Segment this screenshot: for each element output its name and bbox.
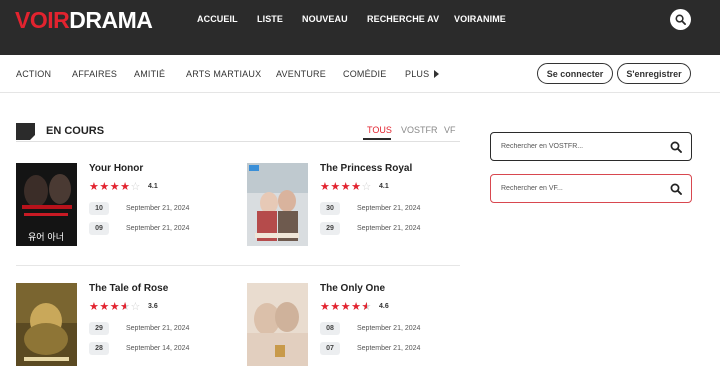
- star-rating: ★★★★☆: [89, 181, 141, 193]
- active-tab-indicator: [363, 138, 391, 140]
- episode-badge[interactable]: 09: [89, 222, 109, 235]
- episode-badge[interactable]: 08: [320, 322, 340, 335]
- vostfr-search-box: [490, 132, 692, 161]
- section-title: EN COURS: [46, 125, 105, 137]
- row-divider: [16, 265, 460, 266]
- register-button[interactable]: S'enregistrer: [617, 63, 691, 84]
- episode-date: September 21, 2024: [126, 225, 190, 232]
- episode-badge[interactable]: 29: [320, 222, 340, 235]
- logo-part-drama: DRAMA: [69, 7, 153, 33]
- drama-card-the-princess-royal[interactable]: The Princess Royal ★★★★☆ 4.1 30 Septembe…: [247, 163, 467, 248]
- tab-tous[interactable]: TOUS: [367, 125, 392, 135]
- nav-nouveau[interactable]: NOUVEAU: [302, 14, 348, 24]
- poster-title-text: 유어 아너: [28, 232, 64, 243]
- vostfr-search-button[interactable]: [670, 140, 682, 158]
- rating-value: 4.1: [148, 183, 158, 190]
- top-header: VOIRDRAMA ACCUEIL LISTE NOUVEAU RECHERCH…: [0, 0, 720, 55]
- poster-image: [247, 163, 308, 246]
- episode-date: September 21, 2024: [357, 345, 421, 352]
- poster-the-only-one[interactable]: [247, 283, 308, 366]
- episode-badge[interactable]: 28: [89, 342, 109, 355]
- drama-card-the-tale-of-rose[interactable]: The Tale of Rose ★★★★ ★ ☆ 3.6 29 September…: [16, 283, 236, 368]
- site-logo[interactable]: VOIRDRAMA: [15, 6, 153, 34]
- nav-recherche-av[interactable]: RECHERCHE AV: [367, 14, 439, 24]
- vostfr-search-input[interactable]: [501, 140, 661, 153]
- login-button[interactable]: Se connecter: [537, 63, 613, 84]
- poster-your-honor[interactable]: 유어 아너: [16, 163, 77, 246]
- section-marker-icon: [16, 123, 36, 141]
- episode-date: September 21, 2024: [126, 325, 190, 332]
- genre-more-button[interactable]: PLUS: [405, 69, 440, 79]
- rating-value: 4.1: [379, 183, 389, 190]
- drama-title[interactable]: The Only One: [320, 283, 385, 294]
- genre-arts-martiaux[interactable]: ARTS MARTIAUX: [186, 69, 261, 79]
- episode-badge[interactable]: 30: [320, 202, 340, 215]
- search-icon: [670, 141, 682, 153]
- episode-badge[interactable]: 10: [89, 202, 109, 215]
- episode-date: September 21, 2024: [126, 205, 190, 212]
- episode-date: September 14, 2024: [126, 345, 190, 352]
- poster-image: [247, 283, 308, 366]
- genre-affaires[interactable]: AFFAIRES: [72, 69, 117, 79]
- poster-the-princess-royal[interactable]: [247, 163, 308, 246]
- genre-more-label: PLUS: [405, 69, 430, 79]
- drama-card-your-honor[interactable]: 유어 아너 Your Honor ★★★★☆ 4.1 10 September …: [16, 163, 236, 248]
- header-search-button[interactable]: [670, 9, 691, 30]
- episode-date: September 21, 2024: [357, 205, 421, 212]
- episode-date: September 21, 2024: [357, 225, 421, 232]
- star-rating: ★★★★★ ★: [320, 301, 372, 313]
- nav-liste[interactable]: LISTE: [257, 14, 283, 24]
- episode-badge[interactable]: 07: [320, 342, 340, 355]
- poster-the-tale-of-rose[interactable]: [16, 283, 77, 366]
- star-rating: ★★★★☆: [320, 181, 372, 193]
- triangle-right-icon: [434, 70, 440, 78]
- drama-title[interactable]: Your Honor: [89, 163, 143, 174]
- drama-card-the-only-one[interactable]: The Only One ★★★★★ ★ 4.6 08 September 21,…: [247, 283, 467, 368]
- section-divider: [16, 141, 460, 142]
- vf-search-input[interactable]: [501, 182, 661, 195]
- nav-voiranime[interactable]: VOIRANIME: [454, 14, 506, 24]
- logo-part-voir: VOIR: [15, 7, 70, 33]
- vf-search-box: [490, 174, 692, 203]
- poster-image: 유어 아너: [16, 163, 77, 246]
- drama-title[interactable]: The Princess Royal: [320, 163, 412, 174]
- drama-title[interactable]: The Tale of Rose: [89, 283, 168, 294]
- genre-amitie[interactable]: AMITIÉ: [134, 69, 165, 79]
- vf-search-button[interactable]: [670, 182, 682, 200]
- genre-aventure[interactable]: AVENTURE: [276, 69, 326, 79]
- poster-image: [16, 283, 77, 366]
- rating-value: 4.6: [379, 303, 389, 310]
- search-icon: [670, 183, 682, 195]
- star-rating: ★★★★ ★ ☆: [89, 301, 141, 313]
- genre-comedie[interactable]: COMÉDIE: [343, 69, 386, 79]
- rating-value: 3.6: [148, 303, 158, 310]
- tab-vf[interactable]: VF: [444, 125, 456, 135]
- search-icon: [675, 14, 686, 25]
- genre-action[interactable]: ACTION: [16, 69, 51, 79]
- episode-date: September 21, 2024: [357, 325, 421, 332]
- tab-vostfr[interactable]: VOSTFR: [401, 125, 438, 135]
- nav-accueil[interactable]: ACCUEIL: [197, 14, 238, 24]
- episode-badge[interactable]: 29: [89, 322, 109, 335]
